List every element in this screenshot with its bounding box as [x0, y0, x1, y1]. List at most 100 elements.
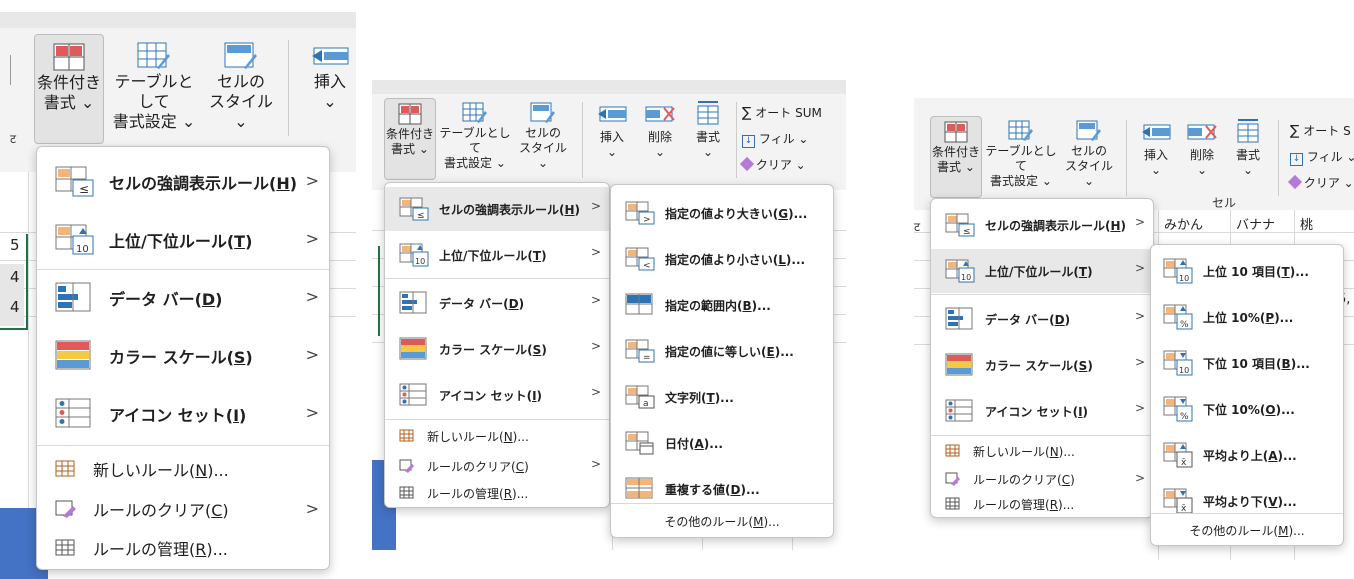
label: 日付(A)... — [665, 436, 723, 451]
chevron-right-icon: > — [590, 199, 601, 213]
menu-item-new-rule[interactable]: 新しいルール(N)... — [385, 421, 609, 451]
menu-item-icon-sets[interactable]: アイコン セット(I) > — [37, 387, 329, 441]
clear-rules-icon — [399, 459, 415, 473]
menu-item-new-rule[interactable]: 新しいルール(N)... — [931, 437, 1153, 465]
format-cells-icon — [1235, 118, 1261, 144]
label: ルールの管理(R)... — [427, 486, 529, 501]
conditional-format-menu: ≤ セルの強調表示ルール(H) > 10 上位/下位ルール(T) > データ バ… — [930, 198, 1154, 518]
format-as-table-button[interactable]: テーブルとして 書式設定 ⌄ — [984, 116, 1058, 196]
menu-item-top-bottom-rules[interactable]: 10 上位/下位ルール(T) > — [385, 233, 609, 277]
label: 書式 — [1235, 148, 1260, 162]
format-as-table-button[interactable]: テーブルとして 書式設定 ⌄ — [108, 34, 200, 142]
label: 新しいルール(N)... — [973, 444, 1075, 459]
delete-button[interactable]: 削除 ⌄ — [1180, 116, 1224, 196]
insert-button[interactable]: 挿入 ⌄ — [590, 98, 634, 178]
chevron-down-icon: ⌄ — [798, 132, 809, 146]
menu-item-clear-rules[interactable]: ルールのクリア(C) > — [37, 489, 329, 529]
new-rule-icon — [399, 429, 415, 443]
label: カラー スケール(S) — [439, 342, 547, 357]
insert-cells-icon — [596, 104, 628, 124]
conditional-format-button[interactable]: 条件付き 書式 ⌄ — [930, 116, 982, 198]
menu-item-icon-sets[interactable]: アイコン セット(I) > — [931, 389, 1153, 433]
format-as-table-button[interactable]: テーブルとして 書式設定 ⌄ — [438, 98, 512, 178]
menu-item-new-rule[interactable]: 新しいルール(N)... — [37, 449, 329, 489]
menu-item-data-bars[interactable]: データ バー(D) > — [37, 271, 329, 325]
autosum-button[interactable]: ∑ オート SUM — [742, 104, 822, 121]
menu-item-greater-than[interactable]: > 指定の値より大きい(G)... — [611, 191, 833, 235]
label: オート S — [1303, 124, 1351, 138]
menu-item-top-bottom-rules[interactable]: 10 上位/下位ルール(T) > — [37, 213, 329, 267]
bottom-10-percent-icon: % — [1163, 396, 1193, 422]
menu-item-highlight-rules[interactable]: ≤ セルの強調表示ルール(H) > — [385, 187, 609, 231]
format-button[interactable]: 書式 ⌄ — [686, 98, 730, 178]
ribbon — [0, 12, 356, 28]
clear-button[interactable]: クリア ⌄ — [739, 156, 806, 173]
conditional-format-button[interactable]: 条件付き 書式 ⌄ — [34, 34, 104, 144]
chevron-right-icon: > — [1134, 309, 1145, 323]
menu-item-top-10-percent[interactable]: % 上位 10%(P)... — [1151, 295, 1343, 339]
chevron-right-icon: > — [1134, 471, 1145, 485]
insert-button[interactable]: 挿入 ⌄ — [1134, 116, 1178, 196]
menu-item-manage-rules[interactable]: ルールの管理(R)... — [385, 479, 609, 507]
menu-item-color-scales[interactable]: カラー スケール(S) > — [931, 343, 1153, 387]
menu-item-clear-rules[interactable]: ルールのクリア(C) > — [385, 451, 609, 481]
cell-style-button[interactable]: セルの スタイル ⌄ — [204, 34, 278, 142]
menu-item-more-rules[interactable]: その他のルール(M)... — [1151, 515, 1343, 545]
menu-item-top-10-items[interactable]: 10 上位 10 項目(T)... — [1151, 249, 1343, 293]
label: 挿入 — [1143, 148, 1168, 162]
chevron-down-icon: ⌄ — [1242, 163, 1254, 177]
format-table-icon — [462, 102, 488, 124]
menu-item-data-bars[interactable]: データ バー(D) > — [931, 297, 1153, 341]
menu-item-text-contains[interactable]: a 文字列(T)... — [611, 375, 833, 419]
menu-item-above-average[interactable]: x̄ 平均より上(A)... — [1151, 433, 1343, 477]
menu-item-color-scales[interactable]: カラー スケール(S) > — [385, 327, 609, 371]
menu-item-icon-sets[interactable]: アイコン セット(I) > — [385, 373, 609, 417]
chevron-down-icon: ⌄ — [795, 158, 806, 172]
menu-item-highlight-rules[interactable]: ≤ セルの強調表示ルール(H) > — [37, 155, 329, 209]
delete-button[interactable]: 削除 ⌄ — [638, 98, 682, 178]
menu-item-bottom-10-percent[interactable]: % 下位 10%(O)... — [1151, 387, 1343, 431]
cell-style-button[interactable]: セルの スタイル ⌄ — [514, 98, 572, 178]
conditional-format-icon — [944, 121, 968, 143]
clear-button[interactable]: クリア ⌄ — [1287, 174, 1354, 191]
eraser-icon — [739, 156, 755, 172]
svg-text:≤: ≤ — [963, 227, 971, 237]
menu-item-between[interactable]: 指定の範囲内(B)... — [611, 283, 833, 327]
panel-2: 条件付き 書式 ⌄ テーブルとして 書式設定 ⌄ セルの スタイル ⌄ 挿入 ⌄… — [372, 80, 846, 550]
cell-style-button[interactable]: セルの スタイル ⌄ — [1060, 116, 1118, 196]
menu-item-equal-to[interactable]: = 指定の値に等しい(E)... — [611, 329, 833, 373]
menu-item-more-rules[interactable]: その他のルール(M)... — [611, 505, 833, 537]
divider — [288, 40, 289, 136]
cell-value: 5 — [10, 236, 20, 254]
insert-button[interactable]: 挿入 ⌄ — [304, 34, 356, 142]
separator — [385, 419, 609, 420]
conditional-format-menu: ≤ セルの強調表示ルール(H) > 10 上位/下位ルール(T) > データ バ… — [36, 146, 330, 570]
cells-group-label: セル — [1212, 196, 1237, 210]
chevron-right-icon: > — [305, 345, 319, 364]
menu-item-data-bars[interactable]: データ バー(D) > — [385, 281, 609, 325]
menu-item-bottom-10-items[interactable]: 10 下位 10 項目(B)... — [1151, 341, 1343, 385]
menu-item-color-scales[interactable]: カラー スケール(S) > — [37, 329, 329, 383]
menu-item-manage-rules[interactable]: ルールの管理(R)... — [37, 529, 329, 567]
label: ルールのクリア(C) — [93, 501, 229, 520]
fill-button[interactable]: ↓ フィル ⌄ — [1290, 148, 1354, 166]
menu-item-date[interactable]: 日付(A)... — [611, 421, 833, 465]
conditional-format-button[interactable]: 条件付き 書式 ⌄ — [384, 98, 436, 180]
menu-item-highlight-rules[interactable]: ≤ セルの強調表示ルール(H) > — [931, 203, 1153, 247]
autosum-button[interactable]: ∑ オート S — [1290, 122, 1351, 139]
menu-item-clear-rules[interactable]: ルールのクリア(C) > — [931, 465, 1153, 493]
menu-item-manage-rules[interactable]: ルールの管理(R)... — [931, 491, 1153, 517]
label: 条件付き — [931, 145, 980, 159]
less-than-icon: < — [625, 247, 655, 271]
menu-item-less-than[interactable]: < 指定の値より小さい(L)... — [611, 237, 833, 281]
label: 上位 10 項目(T)... — [1203, 264, 1309, 279]
label: 書式設定 — [444, 156, 493, 170]
menu-item-top-bottom-rules[interactable]: 10 上位/下位ルール(T) > — [931, 249, 1153, 293]
label: 書式 — [391, 142, 416, 156]
label: 指定の値より小さい(L)... — [665, 252, 806, 267]
chevron-right-icon: > — [590, 457, 601, 471]
format-button[interactable]: 書式 ⌄ — [1226, 116, 1270, 196]
color-scales-icon — [55, 340, 95, 372]
fill-button[interactable]: ↓ フィル ⌄ — [742, 130, 808, 148]
manage-rules-icon — [399, 486, 415, 500]
